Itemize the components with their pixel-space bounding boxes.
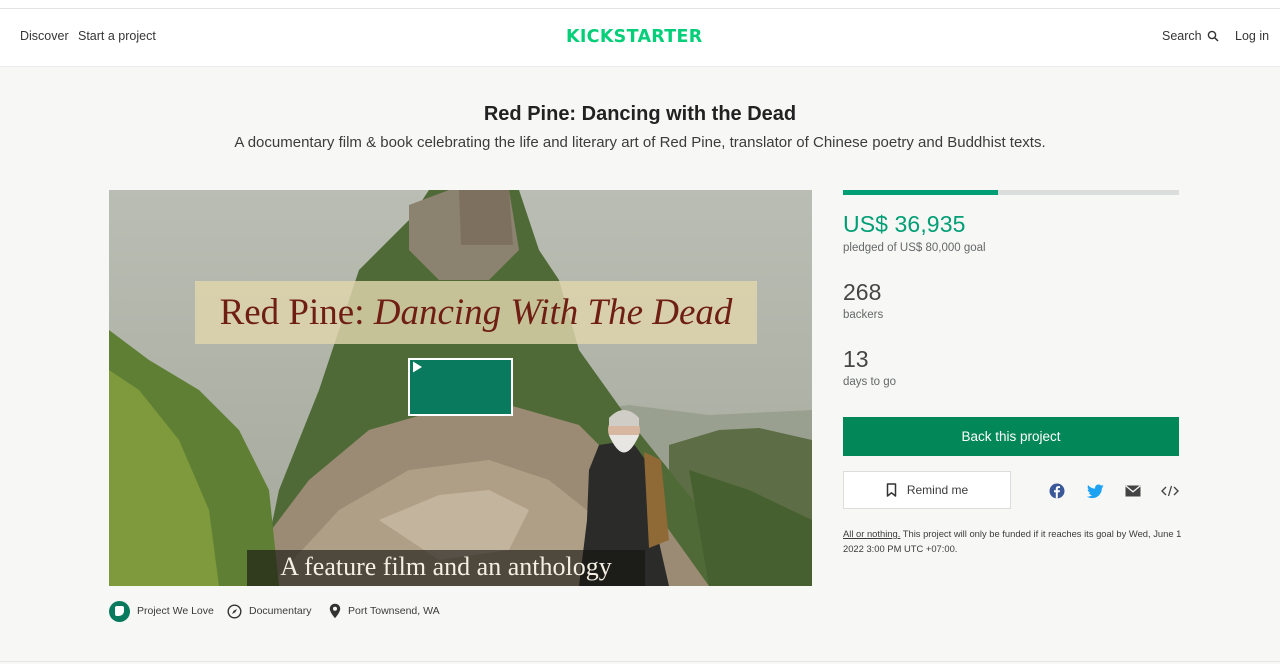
bookmark-icon <box>886 483 897 497</box>
video-caption: A feature film and an anthology <box>280 552 612 581</box>
project-video[interactable]: Red Pine: Dancing With The Dead A featur… <box>109 190 812 586</box>
search-label: Search <box>1162 29 1202 43</box>
pledged-amount: US$ 36,935 <box>843 211 966 237</box>
compass-icon <box>227 603 242 619</box>
twitter-icon[interactable] <box>1086 482 1104 500</box>
remind-me-label: Remind me <box>906 483 969 497</box>
video-title-text: Red Pine: Dancing With The Dead <box>195 291 757 334</box>
project-title: Red Pine: Dancing with the Dead <box>483 103 797 125</box>
backers-count: 268 <box>843 279 882 305</box>
start-project-link[interactable]: Start a project <box>78 29 156 43</box>
all-or-nothing-link[interactable]: All or nothing. <box>843 528 900 539</box>
project-we-love-tag[interactable]: Project We Love <box>109 600 214 622</box>
page-divider <box>0 661 1280 662</box>
play-icon <box>413 361 422 373</box>
embed-icon[interactable] <box>1161 482 1179 500</box>
backers-label: backers <box>843 309 884 321</box>
location-label: Port Townsend, WA <box>348 605 440 617</box>
back-this-project-button[interactable]: Back this project <box>843 417 1179 456</box>
funding-progress-fill <box>843 190 999 195</box>
project-blurb: A documentary film & book celebrating th… <box>234 134 1046 151</box>
project-we-love-icon <box>109 600 130 622</box>
category-tag[interactable]: Documentary <box>227 600 311 622</box>
search-button[interactable]: Search <box>1162 29 1219 43</box>
email-icon[interactable] <box>1124 482 1142 500</box>
video-title-plain: Red Pine: <box>219 292 374 333</box>
location-pin-icon <box>329 603 341 619</box>
funding-progress-bar <box>843 190 1179 195</box>
video-title-italic: Dancing With The Dead <box>373 292 733 333</box>
kickstarter-logo[interactable]: KICKSTARTER <box>566 27 722 47</box>
location-tag[interactable]: Port Townsend, WA <box>329 600 440 622</box>
facebook-icon[interactable] <box>1048 482 1066 500</box>
goal-text: pledged of US$ 80,000 goal <box>843 242 986 254</box>
days-to-go-count: 13 <box>843 346 869 372</box>
category-label: Documentary <box>249 605 312 617</box>
project-we-love-label: Project We Love <box>137 605 214 617</box>
search-icon <box>1207 30 1219 42</box>
browser-top-strip <box>0 0 1280 9</box>
discover-link[interactable]: Discover <box>20 29 69 43</box>
days-to-go-label: days to go <box>843 376 897 388</box>
top-navigation: Discover Start a project KICKSTARTER Sea… <box>0 9 1280 67</box>
remind-me-button[interactable]: Remind me <box>843 471 1011 509</box>
login-link[interactable]: Log in <box>1235 29 1269 43</box>
play-button[interactable] <box>408 358 513 416</box>
all-or-nothing-note: All or nothing. This project will only b… <box>843 526 1183 556</box>
